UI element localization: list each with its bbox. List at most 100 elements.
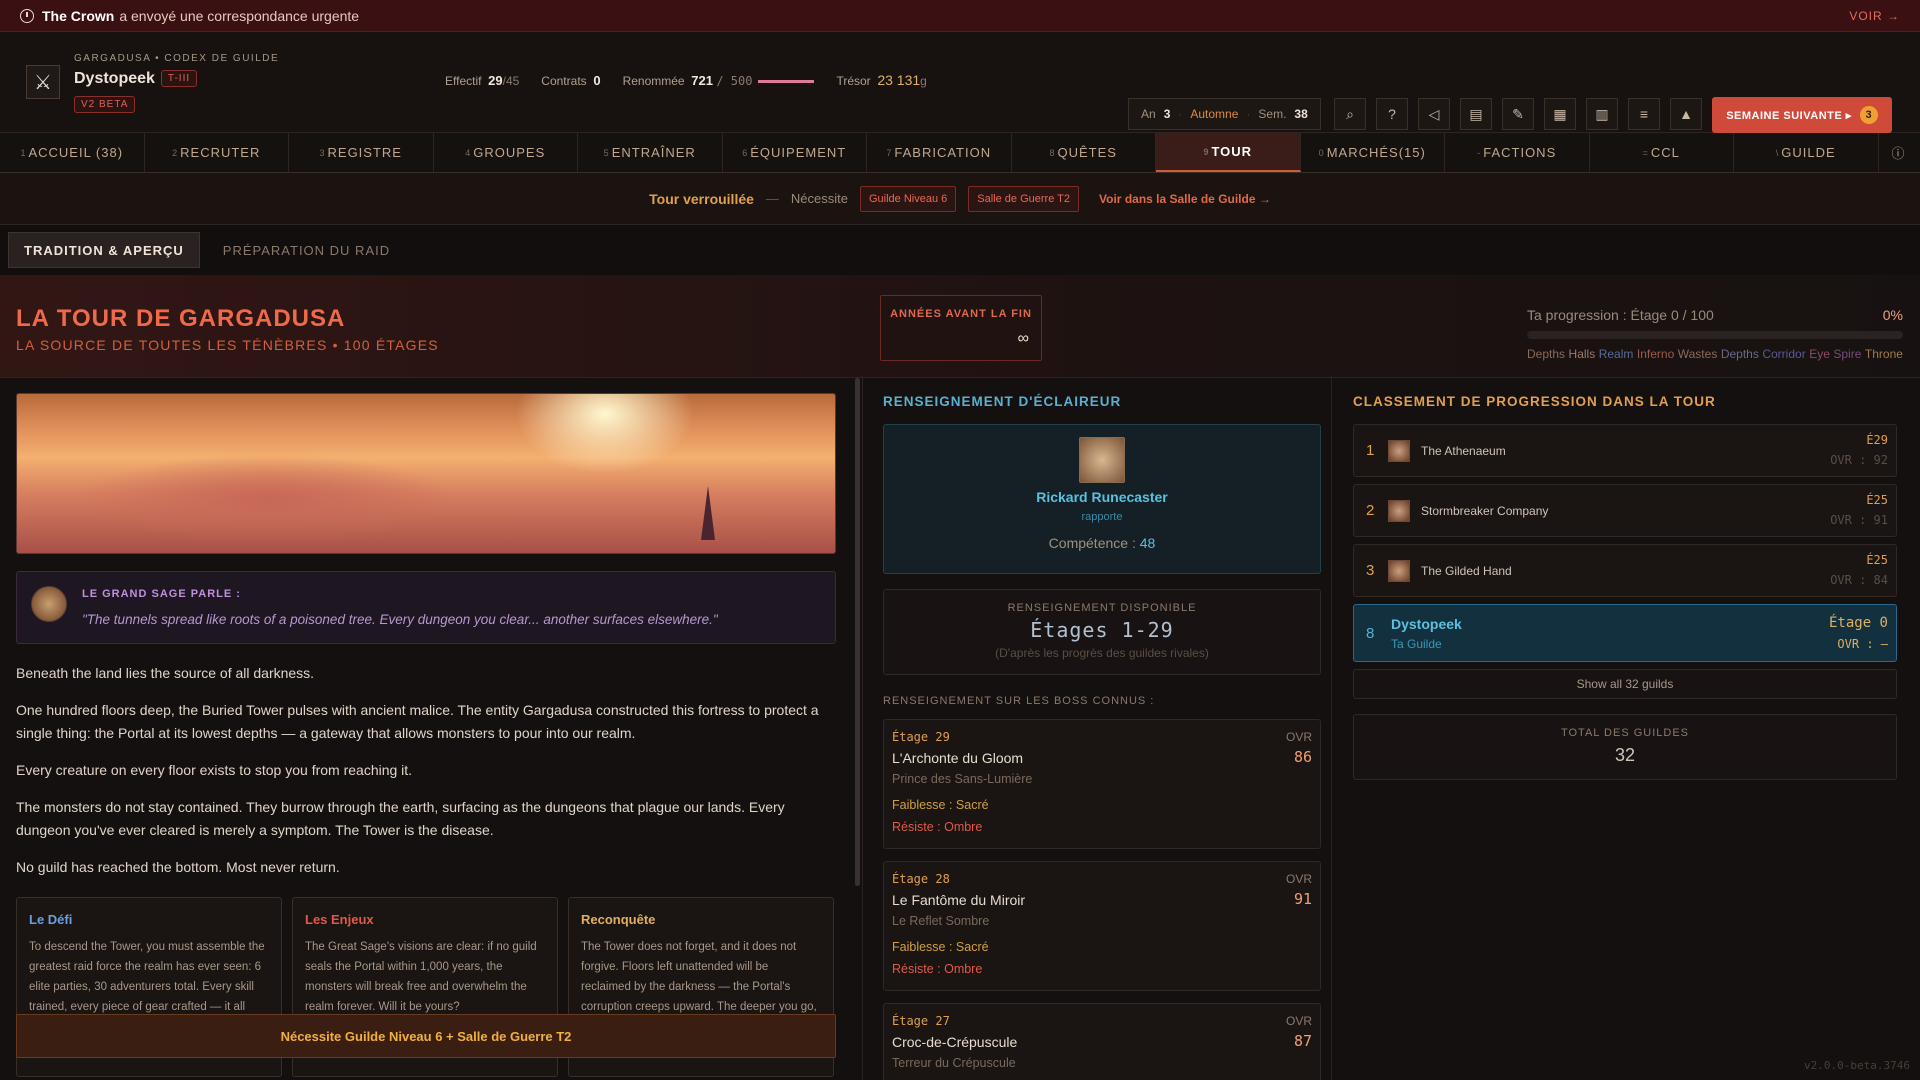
rank-row[interactable]: 1 The Athenaeum É29 OVR : 92 (1353, 424, 1897, 477)
requirement-banner: Nécessite Guilde Niveau 6 + Salle de Gue… (16, 1014, 836, 1058)
settings-icon[interactable]: ≡ (1628, 98, 1660, 130)
map-icon[interactable]: ▦ (1544, 98, 1576, 130)
rank-floor: É25 (1866, 493, 1888, 507)
zone-label: Corridor (1762, 347, 1806, 361)
tower-artwork (16, 393, 836, 554)
lore-card-title: Les Enjeux (305, 912, 374, 927)
version-label: v2.0.0-beta.3746 (1804, 1059, 1910, 1072)
scout-name[interactable]: Rickard Runecaster (884, 489, 1320, 505)
subtab-lore[interactable]: TRADITION & APERÇU (8, 232, 200, 268)
breadcrumb: GARGADUSA • CODEX DE GUILDE (74, 52, 280, 64)
rank-ovr: OVR : 92 (1830, 453, 1888, 467)
lore-scrollbar[interactable] (855, 378, 860, 886)
next-week-button[interactable]: SEMAINE SUIVANTE ▸ 3 (1712, 97, 1892, 133)
sage-quote: LE GRAND SAGE PARLE : "The tunnels sprea… (16, 571, 836, 644)
lore-paragraph: One hundred floors deep, the Buried Towe… (16, 702, 819, 741)
clipboard-icon[interactable]: ▥ (1586, 98, 1618, 130)
lore-card-text: The Great Sage's visions are clear: if n… (305, 941, 537, 1013)
renown-bar (758, 79, 815, 83)
total-guilds: TOTAL DES GUILDES 32 (1353, 714, 1897, 780)
years-remaining-value: ∞ (1017, 330, 1029, 347)
boss-card[interactable]: Étage 28 OVR 91 Le Fantôme du Miroir Le Refl… (883, 861, 1321, 991)
tier-badge: T-III (160, 70, 198, 87)
requirement-war-room: Salle de Guerre T2 (968, 185, 1080, 212)
tab-hotkey: - (1477, 147, 1482, 158)
scout-panel: RENSEIGNEMENT D'ÉCLAIREUR Rickard Runeca… (862, 376, 1332, 1080)
tab-11[interactable]: = CCL (1590, 133, 1734, 172)
guild-name: Dystopeek (74, 69, 155, 87)
tab-1[interactable]: 2 RECRUTER (145, 133, 289, 172)
boss-epithet: Prince des Sans-Lumière (892, 772, 1033, 786)
tab-4[interactable]: 5 ENTRAÎNER (578, 133, 723, 172)
boss-epithet: Terreur du Crépuscule (892, 1056, 1016, 1070)
progress-percent: 0% (1882, 307, 1903, 323)
zone-label: Halls (1568, 347, 1596, 361)
sage-avatar (31, 586, 67, 622)
boss-epithet: Le Reflet Sombre (892, 914, 990, 928)
boss-floor: Étage 27 (892, 1014, 950, 1028)
show-all-guilds-button[interactable]: Show all 32 guilds (1353, 669, 1897, 699)
tab-3[interactable]: 4 GROUPES (434, 133, 578, 172)
notification-sender: The Crown (42, 7, 115, 24)
stat-tresor: Trésor 23 131g (836, 72, 927, 88)
zone-label: Throne (1864, 347, 1903, 361)
tab-8[interactable]: 9 TOUR (1156, 133, 1301, 172)
tower-lock-banner: Tour verrouillée — Nécessite Guilde Nive… (0, 173, 1920, 225)
rank-floor: É29 (1866, 433, 1888, 447)
main-tabs: 1 ACCUEIL (38) 2 RECRUTER 3 REGISTRE 4 GROUPES 5… (0, 133, 1920, 173)
boss-card[interactable]: Étage 29 OVR 86 L'Archonte du Gloom Prince d… (883, 719, 1321, 849)
tab-9[interactable]: 0 MARCHÉS(15) (1301, 133, 1445, 172)
tab-6[interactable]: 7 FABRICATION (867, 133, 1012, 172)
tab-7[interactable]: 8 QUÊTES (1012, 133, 1156, 172)
page-subtitle: LA SOURCE DE TOUTES LES TÉNÈBRES • 100 É… (16, 337, 439, 353)
rank-guild-name: Stormbreaker Company (1421, 504, 1549, 518)
guild-hall-link[interactable]: Voir dans la Salle de Guilde → (1099, 192, 1271, 206)
search-icon[interactable]: ⌕ (1334, 98, 1366, 130)
lore-paragraph: No guild has reached the bottom. Most ne… (16, 859, 340, 875)
rank-row[interactable]: 3 The Gilded Hand É25 OVR : 84 (1353, 544, 1897, 597)
sub-tabs: TRADITION & APERÇU PRÉPARATION DU RAID (0, 225, 1920, 275)
tab-hotkey: 2 (172, 147, 179, 158)
tab-2[interactable]: 3 REGISTRE (289, 133, 434, 172)
boss-resistance: Résiste : Ombre (892, 820, 983, 834)
tab-hotkey: 1 (20, 147, 27, 158)
zone-label: Inferno (1636, 347, 1675, 361)
help-icon[interactable]: ? (1376, 98, 1408, 130)
scout-skill: Compétence : 48 (1048, 535, 1156, 551)
rank-position: 2 (1366, 502, 1375, 519)
boss-name: L'Archonte du Gloom (892, 750, 1024, 766)
tab-0[interactable]: 1 ACCUEIL (38) (0, 133, 145, 172)
subtab-raid-prep[interactable]: PRÉPARATION DU RAID (208, 232, 405, 268)
triangle-icon[interactable]: ▲ (1670, 98, 1702, 130)
toolbar: ⌕ ? ◁ ▤ ✎ ▦ ▥ ≡ ▲ (1334, 98, 1702, 130)
zone-labels: Depths Halls Realm Inferno Wastes Depths Corri… (1527, 347, 1903, 361)
tower-hero: LA TOUR DE GARGADUSA LA SOURCE DE TOUTES… (0, 275, 1920, 378)
scout-card: Rickard Runecaster rapporte Compétence :… (883, 424, 1321, 574)
boss-ovr: OVR 87 (1286, 1014, 1312, 1050)
tab-label: MARCHÉS(15) (1326, 145, 1426, 160)
tab-5[interactable]: 6 ÉQUIPEMENT (723, 133, 867, 172)
tab-hotkey: 5 (603, 147, 610, 158)
tab-12[interactable]: \ GUILDE (1734, 133, 1879, 172)
requirement-guild-level: Guilde Niveau 6 (860, 185, 957, 212)
tab-label: ENTRAÎNER (611, 145, 696, 160)
tab-hotkey: 4 (465, 147, 472, 158)
boss-list: Étage 29 OVR 86 L'Archonte du Gloom Prince d… (883, 719, 1321, 1080)
help-circle-icon[interactable]: ⓘ (1879, 133, 1919, 172)
guild-avatar (1388, 560, 1410, 582)
chart-icon[interactable]: ▤ (1460, 98, 1492, 130)
main-content: LE GRAND SAGE PARLE : "The tunnels sprea… (0, 376, 1920, 1080)
tab-10[interactable]: - FACTIONS (1445, 133, 1590, 172)
edit-icon[interactable]: ✎ (1502, 98, 1534, 130)
year-value: 3 (1163, 107, 1171, 121)
notification-view-link[interactable]: VOIR → (1849, 9, 1900, 23)
tab-label: TOUR (1211, 144, 1253, 159)
notification-bar: The Crown a envoyé une correspondance ur… (0, 0, 1920, 32)
boss-card[interactable]: Étage 27 OVR 87 Croc-de-Crépuscule Terreur d… (883, 1003, 1321, 1080)
mute-icon[interactable]: ◁ (1418, 98, 1450, 130)
rank-row[interactable]: 2 Stormbreaker Company É25 OVR : 91 (1353, 484, 1897, 537)
tab-hotkey: = (1642, 147, 1649, 158)
boss-ovr-label: OVR (1285, 1014, 1312, 1028)
lore-paragraph: Every creature on every floor exists to … (16, 762, 413, 778)
tab-hotkey: 9 (1203, 146, 1210, 157)
